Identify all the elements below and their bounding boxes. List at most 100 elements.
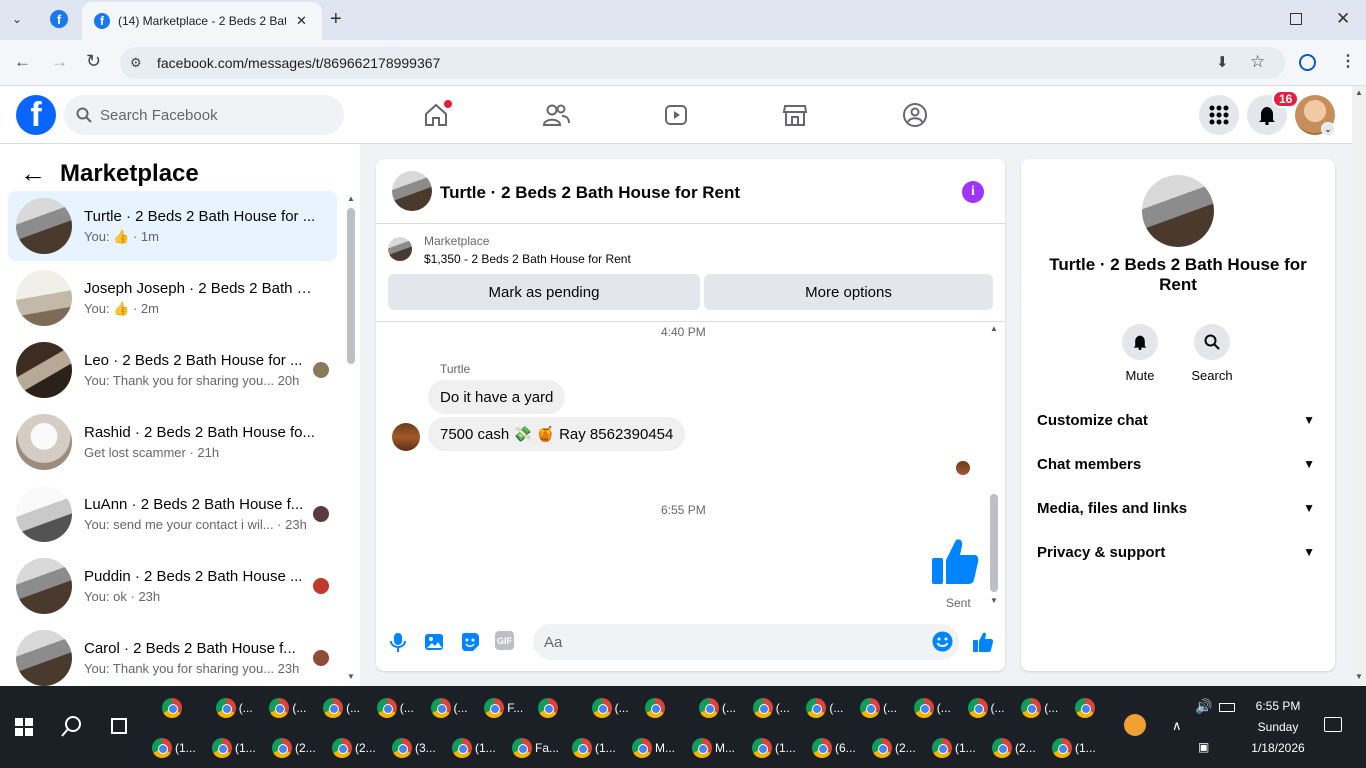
taskbar-chrome-window[interactable]: F... [484, 693, 534, 723]
taskbar-chrome-window[interactable]: M... [632, 733, 688, 763]
conversation-item[interactable]: Leo · 2 Beds 2 Bath House for ... You: Th… [8, 335, 337, 405]
customize-chat-row[interactable]: Customize chat ▼ [1037, 400, 1319, 440]
page-scroll-up-icon[interactable]: ▲ [1355, 88, 1363, 97]
privacy-support-row[interactable]: Privacy & support ▼ [1037, 532, 1319, 572]
tab-close-icon[interactable]: ✕ [296, 13, 307, 29]
page-scroll-down-icon[interactable]: ▼ [1355, 672, 1363, 681]
task-view-icon[interactable] [111, 718, 127, 734]
nav-video[interactable] [659, 98, 693, 132]
facebook-logo[interactable]: f [16, 95, 56, 135]
sticker-icon[interactable] [459, 631, 481, 653]
media-files-links-row[interactable]: Media, files and links ▼ [1037, 488, 1319, 528]
site-settings-icon[interactable]: ⚙ [130, 55, 142, 71]
taskbar-chrome-window[interactable]: (... [591, 693, 642, 723]
chat-scroll-down-icon[interactable]: ▼ [990, 596, 998, 605]
weather-icon[interactable] [1124, 714, 1146, 736]
menu-button[interactable] [1199, 95, 1239, 135]
sender-avatar[interactable] [392, 423, 420, 451]
conversation-item[interactable]: Puddin · 2 Beds 2 Bath House ... You: ok … [8, 551, 337, 621]
meet-now-icon[interactable]: ▣ [1198, 740, 1209, 754]
chat-scrollbar[interactable] [990, 494, 998, 592]
microphone-icon[interactable] [387, 631, 409, 653]
url-field[interactable]: ⚙ facebook.com/messages/t/86966217899936… [120, 47, 1285, 79]
forward-arrow-icon[interactable]: → [51, 52, 68, 72]
nav-groups[interactable] [898, 98, 932, 132]
taskbar-chrome-window[interactable]: (2... [272, 733, 328, 763]
conversation-item[interactable]: Joseph Joseph · 2 Beds 2 Bath H... You: 👍… [8, 263, 337, 333]
page-scrollbar[interactable]: ▲ ▼ [1352, 86, 1366, 686]
taskbar-chrome-window[interactable]: (3... [392, 733, 448, 763]
taskbar-chrome-window[interactable]: (1... [752, 733, 808, 763]
facebook-pinned-tab[interactable]: f [50, 10, 68, 28]
taskbar-chrome-window[interactable]: (... [913, 693, 964, 723]
search-conversation-button[interactable]: Search [1182, 324, 1242, 383]
nav-home[interactable] [419, 98, 453, 132]
reload-icon[interactable]: ↻ [86, 51, 101, 72]
sidebar-scroll-down-icon[interactable]: ▼ [347, 672, 355, 681]
listing-thumbnail[interactable] [388, 237, 412, 261]
taskbar-chrome-window[interactable]: (... [699, 693, 749, 723]
chat-title[interactable]: Turtle · 2 Beds 2 Bath House for Rent [440, 183, 740, 203]
chat-members-row[interactable]: Chat members ▼ [1037, 444, 1319, 484]
show-hidden-icons-chevron[interactable]: ∧ [1172, 718, 1182, 734]
chat-thumbnail[interactable] [392, 171, 432, 211]
taskbar-chrome-window[interactable]: (1... [932, 733, 988, 763]
notification-center-icon[interactable] [1324, 717, 1342, 732]
emoji-icon[interactable] [932, 631, 953, 652]
taskbar-chrome-window[interactable]: (... [269, 693, 319, 723]
taskbar-chrome-window[interactable] [537, 693, 588, 723]
taskbar-chrome-window[interactable]: (2... [872, 733, 928, 763]
taskbar-chrome-window[interactable] [162, 693, 212, 723]
windows-start-icon[interactable] [15, 718, 33, 736]
taskbar-chrome-window[interactable]: (2... [332, 733, 388, 763]
taskbar-chrome-window[interactable]: (... [376, 693, 427, 723]
profile-icon[interactable] [1299, 54, 1316, 71]
taskbar-chrome-window[interactable]: (1... [212, 733, 268, 763]
gif-icon[interactable]: GIF [495, 631, 514, 650]
taskbar-chrome-window[interactable]: (... [752, 693, 803, 723]
taskbar-chrome-window[interactable]: Fa... [512, 733, 568, 763]
volume-icon[interactable]: 🔊 [1195, 698, 1212, 715]
taskbar-chrome-window[interactable]: (1... [452, 733, 508, 763]
taskbar-chrome-window[interactable] [645, 693, 695, 723]
tab-search-chevron-icon[interactable]: ⌄ [12, 12, 22, 26]
taskbar-chrome-window[interactable]: (2... [992, 733, 1048, 763]
taskbar-chrome-window[interactable]: (1... [152, 733, 208, 763]
conversation-item[interactable]: Carol · 2 Beds 2 Bath House f... You: Tha… [8, 623, 337, 693]
bookmark-star-icon[interactable]: ☆ [1250, 52, 1265, 72]
battery-icon[interactable] [1219, 703, 1235, 712]
mute-button[interactable]: Mute [1110, 324, 1170, 383]
taskbar-chrome-window[interactable]: M... [692, 733, 748, 763]
message-input[interactable]: Aa [533, 624, 959, 660]
taskbar-chrome-window[interactable]: (... [430, 693, 481, 723]
back-arrow-icon[interactable]: ← [20, 158, 46, 189]
taskbar-chrome-window[interactable]: (... [860, 693, 910, 723]
facebook-search-input[interactable]: Search Facebook [64, 95, 344, 135]
close-window-icon[interactable]: ✕ [1336, 9, 1350, 29]
conversation-item[interactable]: LuAnn · 2 Beds 2 Bath House f... You: sen… [8, 479, 337, 549]
active-browser-tab[interactable]: f (14) Marketplace - 2 Beds 2 Bath ✕ [82, 2, 322, 40]
taskbar-chrome-window[interactable]: (... [323, 693, 373, 723]
account-chevron-icon[interactable]: ⌄ [1321, 122, 1335, 136]
taskbar-chrome-window[interactable] [1074, 693, 1125, 723]
conversation-thumbnail[interactable] [1142, 175, 1214, 247]
thumbs-up-send-icon[interactable] [972, 631, 994, 653]
taskbar-chrome-window[interactable]: (... [806, 693, 856, 723]
browser-menu-icon[interactable]: ⋮ [1340, 51, 1356, 71]
taskbar-chrome-window[interactable]: (1... [1052, 733, 1108, 763]
conversation-item[interactable]: Turtle · 2 Beds 2 Bath House for ... You:… [8, 191, 337, 261]
system-clock[interactable]: 6:55 PM Sunday 1/18/2026 [1235, 696, 1321, 759]
sidebar-scrollbar[interactable] [347, 208, 355, 364]
taskbar-chrome-window[interactable]: (... [967, 693, 1018, 723]
mark-as-pending-button[interactable]: Mark as pending [388, 274, 700, 310]
conversation-item[interactable]: Rashid · 2 Beds 2 Bath House fo... Get lo… [8, 407, 337, 477]
search-icon[interactable] [61, 715, 83, 737]
sidebar-scroll-up-icon[interactable]: ▲ [347, 194, 355, 203]
taskbar-chrome-window[interactable]: (... [1021, 693, 1071, 723]
photo-icon[interactable] [423, 631, 445, 653]
chat-scroll-up-icon[interactable]: ▲ [990, 324, 998, 333]
listing-price[interactable]: $1,350 - 2 Beds 2 Bath House for Rent [424, 252, 631, 266]
new-tab-button[interactable]: + [330, 8, 342, 31]
restore-window-icon[interactable] [1290, 13, 1302, 25]
nav-friends[interactable] [539, 98, 573, 132]
